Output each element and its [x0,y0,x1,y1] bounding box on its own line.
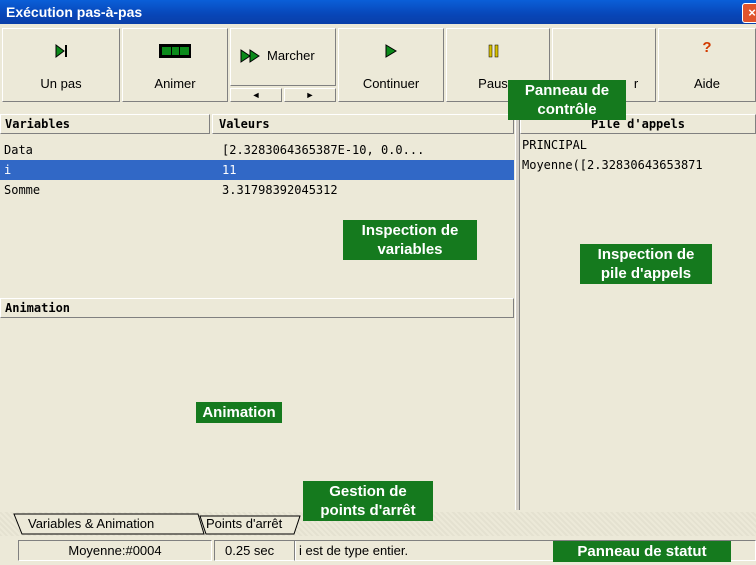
variable-value: [2.3283064365387E-10, 0.0... [222,143,425,157]
animation-header: Animation [0,298,514,318]
play-icon [339,43,443,62]
continue-label: Continuer [362,76,420,91]
help-label: Aide [693,76,721,91]
tab-variables-animation[interactable]: Variables & Animation [28,514,154,534]
walk-faster-button[interactable]: ► [284,88,336,102]
tab-breakpoints[interactable]: Points d'arrêt [206,514,282,534]
call-stack-item[interactable]: PRINCIPAL [522,138,587,152]
step-icon [3,43,119,62]
annotation-variable-inspection: Inspection de variables [343,220,477,260]
step-button[interactable]: Un pas [2,28,120,102]
window-title: Exécution pas-à-pas [6,4,143,20]
walk-label: Marcher [267,48,315,63]
values-column-header[interactable]: Valeurs [212,114,514,134]
continue-button[interactable]: Continuer [338,28,444,102]
variable-row[interactable]: Data [2.3283064365387E-10, 0.0... [0,140,514,160]
call-stack-item[interactable]: Moyenne([2.32830643653871 [522,158,703,172]
fast-forward-icon [239,48,263,67]
variable-row[interactable]: Somme 3.31798392045312 [0,180,514,200]
help-icon: ? [702,39,712,56]
variables-list[interactable]: Data [2.3283064365387E-10, 0.0... i 11 S… [0,138,514,292]
step-label: Un pas [40,76,82,91]
call-stack-list[interactable]: PRINCIPAL Moyenne([2.32830643653871 [520,136,756,510]
annotation-breakpoints: Gestion de points d'arrêt [303,481,433,521]
variable-name: Data [4,143,33,157]
variable-name: Somme [4,183,41,197]
animate-label: Animer [154,76,196,91]
variable-row-selected[interactable]: i 11 [0,160,514,180]
title-bar[interactable]: Exécution pas-à-pas × [0,0,756,24]
variable-name: i [4,163,12,177]
walk-slower-button[interactable]: ◄ [230,88,282,102]
animate-button[interactable]: Animer [122,28,228,102]
annotation-animation: Animation [196,402,282,423]
status-location: Moyenne:#0004 [18,540,212,561]
variable-value: 11 [222,163,237,177]
annotation-status-panel: Panneau de statut [553,541,731,562]
variable-value: 3.31798392045312 [222,183,338,197]
walk-button[interactable]: Marcher [230,28,336,86]
status-time: 0.25 sec [214,540,296,561]
variables-column-header[interactable]: Variables [0,114,210,134]
control-panel-toolbar: Un pas Animer Marcher ◄ ► Continuer Paus… [0,24,756,108]
close-button[interactable]: × [742,3,756,23]
pause-icon [439,43,549,62]
annotation-control-panel: Panneau de contrôle [508,80,626,120]
film-icon [123,43,227,62]
help-button[interactable]: ? Aide [658,28,756,102]
annotation-call-stack-inspection: Inspection de pile d'appels [580,244,712,284]
